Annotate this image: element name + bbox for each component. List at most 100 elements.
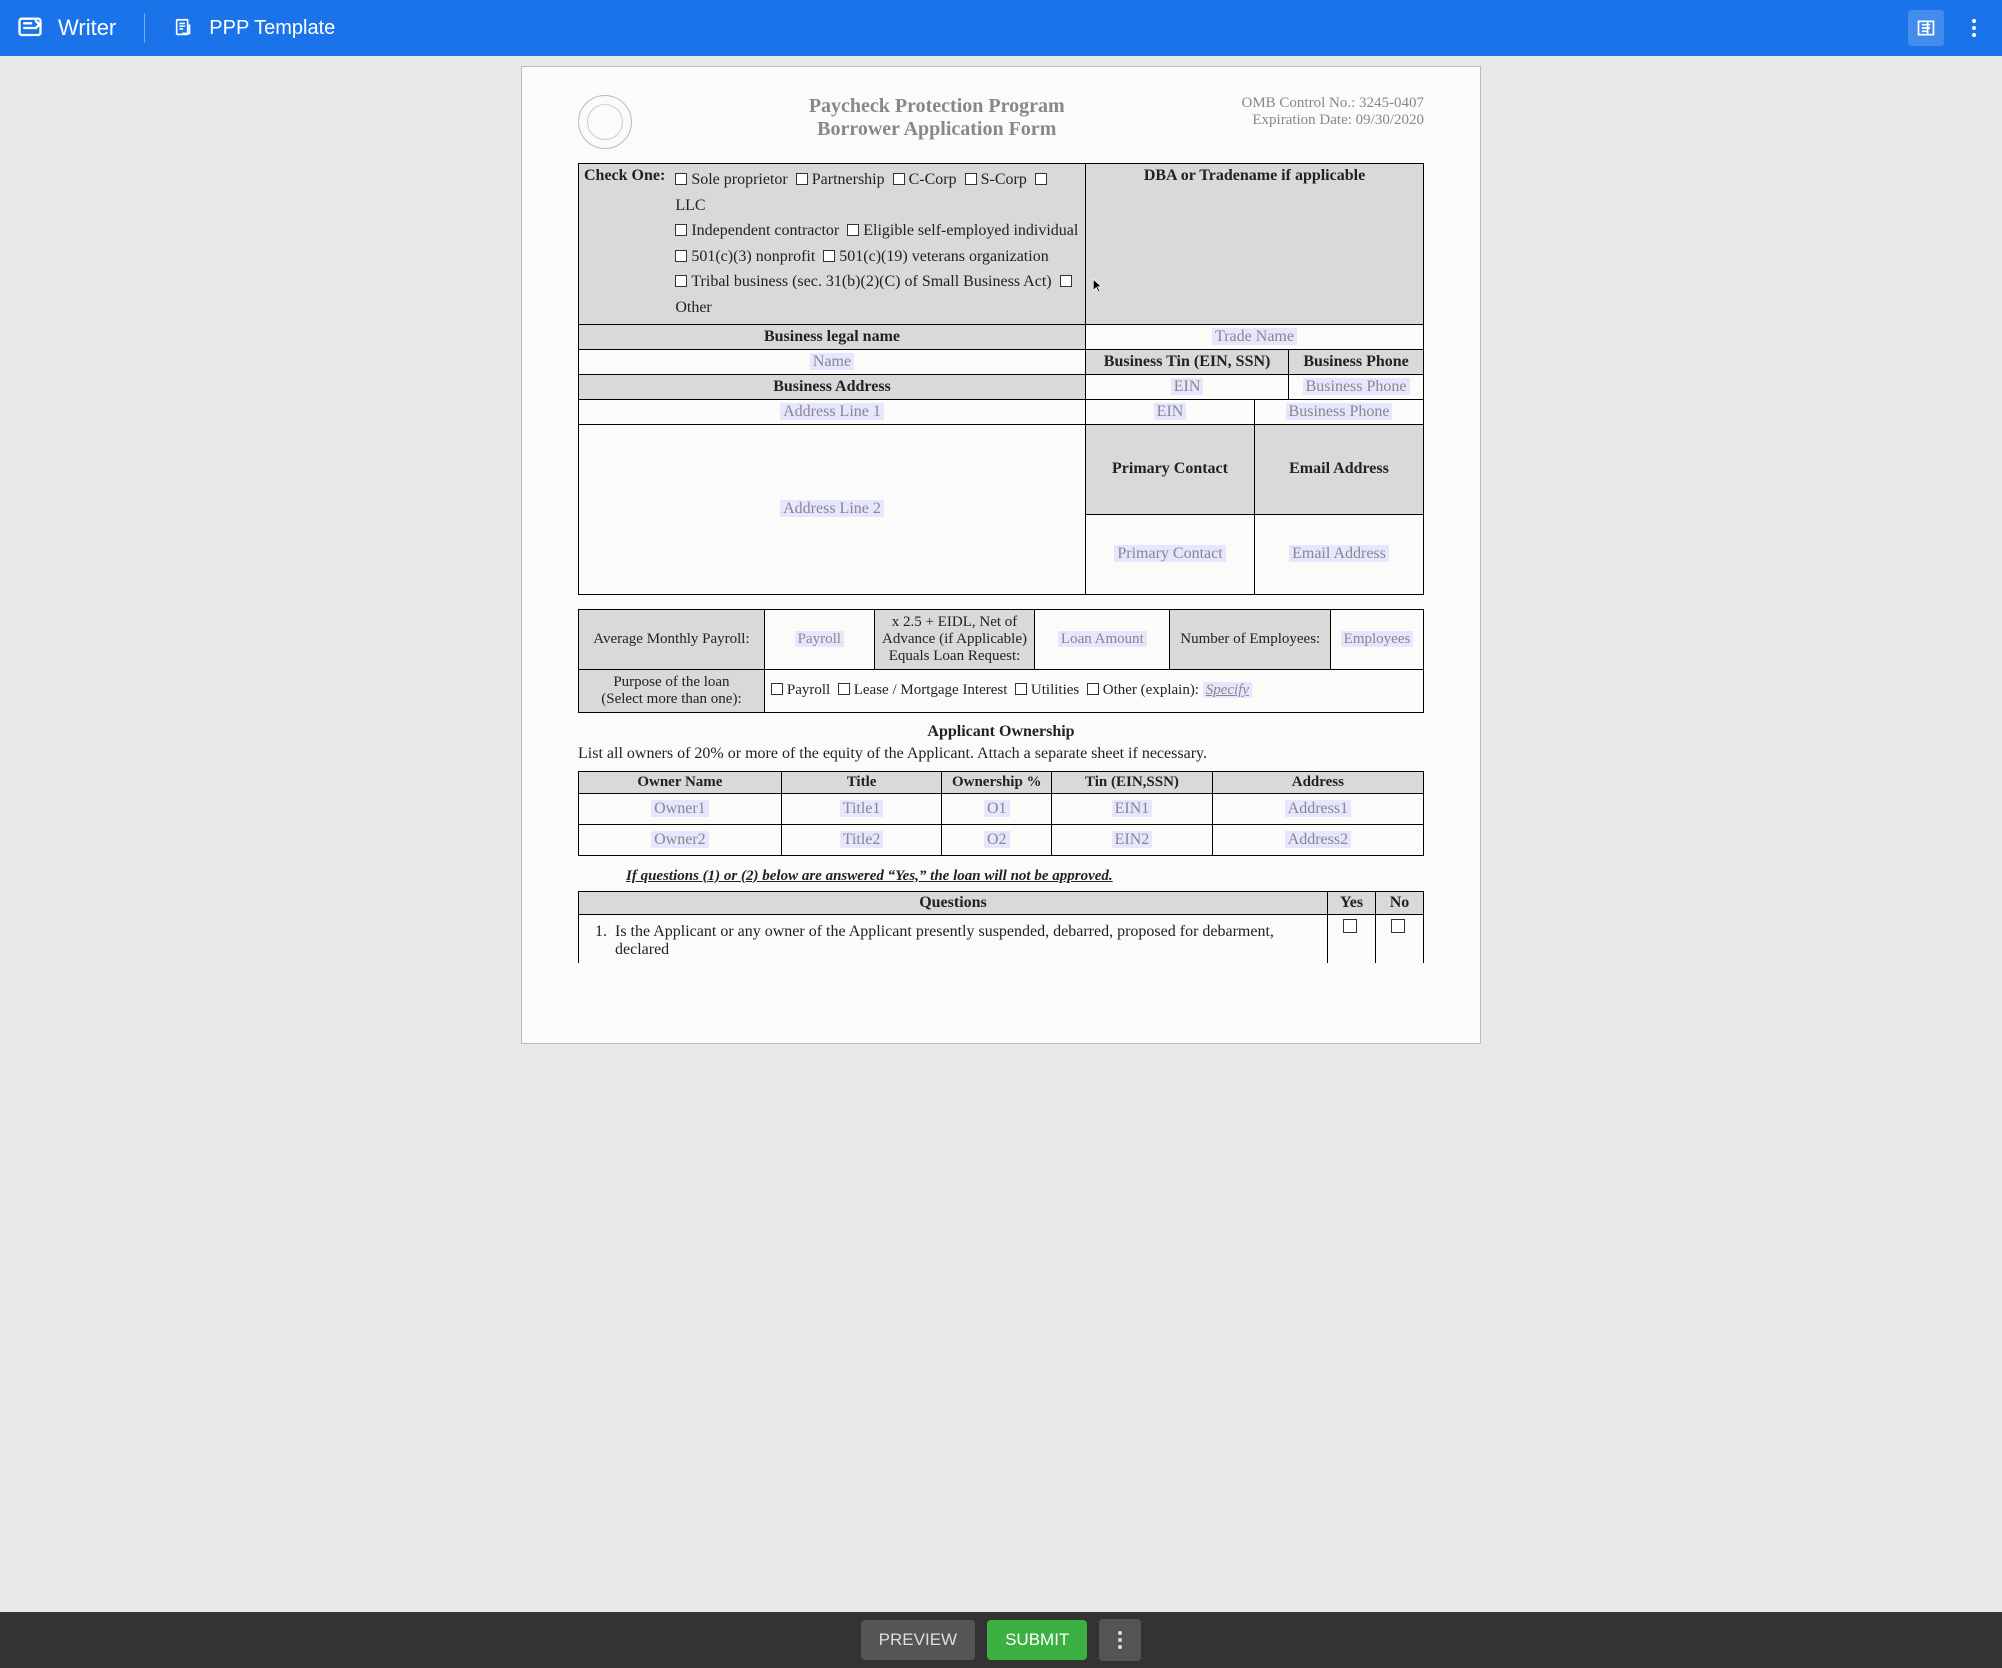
owner-row-2: Owner2 Title2 O2 EIN2 Address2	[579, 824, 1424, 855]
expiry-date: Expiration Date: 09/30/2020	[1241, 112, 1424, 129]
no-header: No	[1376, 891, 1424, 914]
doc-title-1: Paycheck Protection Program	[652, 95, 1221, 118]
preview-button[interactable]: PREVIEW	[861, 1620, 975, 1660]
checkbox-sole-proprietor[interactable]	[675, 173, 687, 185]
phone-field[interactable]: Business Phone	[1303, 378, 1410, 395]
owner2-title[interactable]: Title2	[840, 831, 884, 848]
q1-yes-checkbox[interactable]	[1343, 919, 1357, 933]
checkbox-purpose-lease[interactable]	[838, 683, 850, 695]
checkbox-c-corp[interactable]	[893, 173, 905, 185]
dba-header: DBA or Tradename if applicable	[1086, 164, 1424, 325]
topbar-right	[1908, 10, 1986, 46]
owners-table: Owner Name Title Ownership % Tin (EIN,SS…	[578, 771, 1424, 856]
email-field[interactable]: Email Address	[1289, 545, 1389, 562]
business-info-table-2: Address Line 1 EIN Business Phone Addres…	[578, 399, 1424, 595]
purpose-label-2: (Select more than one):	[585, 691, 758, 708]
purpose-options: Payroll Lease / Mortgage Interest Utilit…	[764, 669, 1423, 712]
specify-field[interactable]: Specify	[1203, 682, 1252, 698]
question-list: Is the Applicant or any owner of the App…	[587, 923, 1319, 959]
avg-payroll-label: Average Monthly Payroll:	[579, 609, 765, 669]
template-icon	[173, 17, 195, 39]
checkbox-self-employed[interactable]	[847, 224, 859, 236]
checkbox-purpose-payroll[interactable]	[771, 683, 783, 695]
topbar-divider	[144, 13, 145, 43]
email-header: Email Address	[1255, 424, 1424, 514]
contact-header: Primary Contact	[1086, 424, 1255, 514]
owner1-addr[interactable]: Address1	[1285, 800, 1351, 817]
col-title: Title	[781, 771, 942, 793]
yes-header: Yes	[1328, 891, 1376, 914]
template-name[interactable]: PPP Template	[209, 17, 335, 40]
address-header: Business Address	[579, 374, 1086, 399]
owner-row-1: Owner1 Title1 O1 EIN1 Address1	[579, 793, 1424, 824]
checkbox-tribal[interactable]	[675, 275, 687, 287]
owner2-name[interactable]: Owner2	[651, 831, 709, 848]
checkbox-s-corp[interactable]	[965, 173, 977, 185]
entity-type-options: Sole proprietor Partnership C-Corp S-Cor…	[675, 167, 1080, 321]
topbar-left: Writer PPP Template	[16, 13, 335, 43]
phone-header: Business Phone	[1289, 349, 1424, 374]
title-block: Paycheck Protection Program Borrower App…	[652, 95, 1221, 141]
checkbox-independent-contractor[interactable]	[675, 224, 687, 236]
legal-name-header: Business legal name	[579, 324, 1086, 349]
checkbox-other-entity[interactable]	[1060, 275, 1072, 287]
question-1: Is the Applicant or any owner of the App…	[611, 923, 1319, 959]
owner2-pct[interactable]: O2	[984, 831, 1010, 848]
app-name: Writer	[58, 15, 116, 41]
col-tin: Tin (EIN,SSN)	[1052, 771, 1213, 793]
checkbox-purpose-other[interactable]	[1087, 683, 1099, 695]
col-owner-name: Owner Name	[579, 771, 782, 793]
bottom-action-bar: PREVIEW SUBMIT	[0, 1612, 2002, 1668]
writer-app-icon	[16, 14, 44, 42]
q1-no-checkbox[interactable]	[1391, 919, 1405, 933]
sba-seal-icon	[578, 95, 632, 149]
checkbox-llc[interactable]	[1035, 173, 1047, 185]
owner1-tin[interactable]: EIN1	[1112, 800, 1153, 817]
col-address: Address	[1212, 771, 1423, 793]
loan-amount-field[interactable]: Loan Amount	[1058, 631, 1147, 647]
ein-field[interactable]: EIN	[1171, 378, 1204, 395]
checkbox-purpose-utilities[interactable]	[1015, 683, 1027, 695]
purpose-label-1: Purpose of the loan	[585, 674, 758, 691]
document-viewport[interactable]: Paycheck Protection Program Borrower App…	[0, 56, 2002, 1612]
top-app-bar: Writer PPP Template	[0, 0, 2002, 56]
questions-table: Questions Yes No Is the Applicant or any…	[578, 891, 1424, 963]
address1-field[interactable]: Address Line 1	[780, 403, 884, 420]
owner2-addr[interactable]: Address2	[1285, 831, 1351, 848]
omb-number: OMB Control No.: 3245-0407	[1241, 95, 1424, 112]
address2-field[interactable]: Address Line 2	[780, 500, 884, 517]
ein-field-2[interactable]: EIN	[1154, 403, 1187, 420]
meta-block: OMB Control No.: 3245-0407 Expiration Da…	[1241, 95, 1424, 129]
business-info-table: Check One: Sole proprietor Partnership C…	[578, 163, 1424, 400]
business-name-field[interactable]: Name	[810, 353, 854, 370]
owner1-pct[interactable]: O1	[984, 800, 1010, 817]
phone-field-2[interactable]: Business Phone	[1286, 403, 1393, 420]
checkbox-501c3[interactable]	[675, 250, 687, 262]
more-actions-button[interactable]	[1099, 1619, 1141, 1661]
trade-name-field[interactable]: Trade Name	[1212, 328, 1297, 345]
col-ownership: Ownership %	[942, 771, 1052, 793]
checkbox-501c19[interactable]	[823, 250, 835, 262]
checkbox-partnership[interactable]	[796, 173, 808, 185]
payroll-field[interactable]: Payroll	[795, 631, 844, 647]
owner1-name[interactable]: Owner1	[651, 800, 709, 817]
loan-calc-table: Average Monthly Payroll: Payroll x 2.5 +…	[578, 609, 1424, 713]
submit-button[interactable]: SUBMIT	[987, 1620, 1087, 1660]
employees-field[interactable]: Employees	[1341, 631, 1414, 647]
check-one-label: Check One:	[584, 167, 665, 321]
document-page: Paycheck Protection Program Borrower App…	[521, 66, 1481, 1044]
questions-header: Questions	[579, 891, 1328, 914]
warning-text: If questions (1) or (2) below are answer…	[626, 868, 1424, 885]
more-menu-button[interactable]	[1962, 16, 1986, 40]
panel-toggle-button[interactable]	[1908, 10, 1944, 46]
doc-title-2: Borrower Application Form	[652, 118, 1221, 141]
multiplier-text: x 2.5 + EIDL, Net of Advance (if Applica…	[874, 609, 1035, 669]
owner2-tin[interactable]: EIN2	[1112, 831, 1153, 848]
contact-field[interactable]: Primary Contact	[1114, 545, 1225, 562]
tin-header: Business Tin (EIN, SSN)	[1086, 349, 1289, 374]
owner1-title[interactable]: Title1	[840, 800, 884, 817]
num-employees-label: Number of Employees:	[1170, 609, 1331, 669]
document-header: Paycheck Protection Program Borrower App…	[578, 95, 1424, 149]
panel-icon	[1916, 18, 1936, 38]
ownership-title: Applicant Ownership	[578, 723, 1424, 741]
